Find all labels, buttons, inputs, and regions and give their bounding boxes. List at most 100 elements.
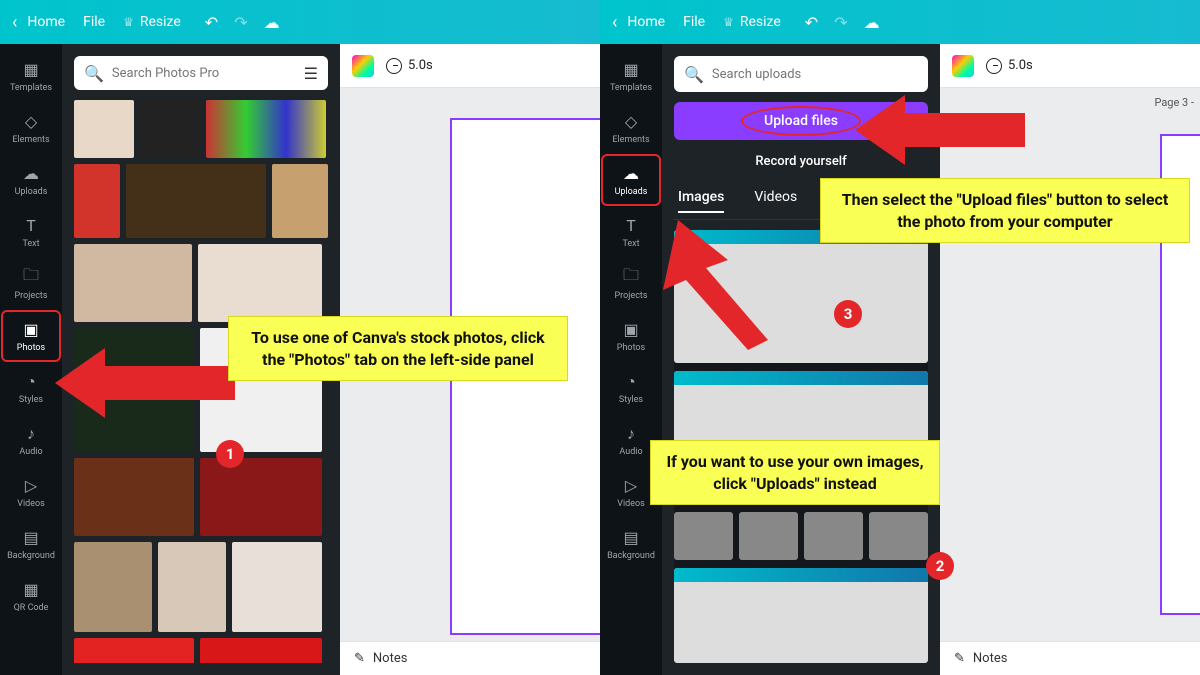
templates-icon: ▦	[621, 60, 641, 80]
upload-thumb[interactable]	[674, 512, 733, 560]
photo-thumb[interactable]	[126, 164, 266, 238]
rail-background[interactable]: ▤Background	[601, 518, 661, 570]
rail-videos[interactable]: ▷Videos	[1, 466, 61, 518]
rail-uploads[interactable]: ☁Uploads	[1, 154, 61, 206]
duration[interactable]: 5.0s	[986, 58, 1033, 74]
templates-icon: ▦	[21, 60, 41, 80]
badge-2: 2	[926, 552, 954, 580]
resize-menu[interactable]: Resize	[740, 14, 781, 30]
rail-photos[interactable]: ▣Photos	[1, 310, 61, 362]
text-icon: T	[21, 216, 41, 236]
photo-thumb[interactable]	[74, 542, 152, 632]
clock-icon	[386, 58, 402, 74]
projects-icon: 🗀	[621, 268, 641, 288]
photo-thumb[interactable]	[206, 100, 326, 158]
cloud-sync-icon[interactable]: ☁	[864, 13, 880, 32]
cloud-sync-icon[interactable]: ☁	[264, 13, 280, 32]
rail-uploads[interactable]: ☁Uploads	[601, 154, 661, 206]
canvas-toolbar: 5.0s	[340, 44, 600, 88]
adjust-icon[interactable]: ☰	[304, 64, 318, 83]
canvas-toolbar: 5.0s	[940, 44, 1200, 88]
background-icon: ▤	[21, 528, 41, 548]
callout-3: Then select the "Upload files" button to…	[820, 178, 1190, 243]
notes-bar[interactable]: ✎Notes	[340, 641, 600, 675]
page-label: Page 3 -	[1154, 96, 1194, 109]
text-icon: T	[621, 216, 641, 236]
crown-icon: ♕	[123, 15, 134, 29]
photo-thumb[interactable]	[272, 164, 328, 238]
home-link[interactable]: Home	[627, 14, 665, 30]
side-rail-right: ▦Templates ◇Elements ☁Uploads TText 🗀Pro…	[600, 44, 662, 675]
upload-thumb[interactable]	[674, 568, 928, 663]
color-picker[interactable]	[352, 55, 374, 77]
redo-icon[interactable]: ↷	[234, 13, 247, 32]
projects-icon: 🗀	[21, 268, 41, 288]
rail-styles[interactable]: ◔Styles	[601, 362, 661, 414]
undo-icon[interactable]: ↶	[805, 13, 818, 32]
videos-icon: ▷	[21, 476, 41, 496]
rail-text[interactable]: TText	[1, 206, 61, 258]
photos-icon: ▣	[21, 320, 41, 340]
rail-templates[interactable]: ▦Templates	[601, 50, 661, 102]
elements-icon: ◇	[21, 112, 41, 132]
uploads-icon: ☁	[621, 164, 641, 184]
photo-thumb[interactable]	[140, 100, 200, 158]
notes-icon: ✎	[354, 651, 365, 666]
file-menu[interactable]: File	[83, 14, 105, 30]
photo-thumb[interactable]	[74, 244, 192, 322]
upload-thumb[interactable]	[804, 512, 863, 560]
videos-icon: ▷	[621, 476, 641, 496]
upload-thumb[interactable]	[869, 512, 928, 560]
photo-thumb[interactable]	[158, 542, 226, 632]
home-link[interactable]: Home	[27, 14, 65, 30]
callout-1: To use one of Canva's stock photos, clic…	[228, 316, 568, 381]
duration[interactable]: 5.0s	[386, 58, 433, 74]
rail-background[interactable]: ▤Background	[1, 518, 61, 570]
photo-thumb[interactable]	[200, 458, 322, 536]
search-input[interactable]	[112, 66, 296, 81]
rail-audio[interactable]: ♪Audio	[1, 414, 61, 466]
arrow-to-uploads-tab	[658, 220, 778, 350]
redo-icon[interactable]: ↷	[834, 13, 847, 32]
photo-thumb[interactable]	[74, 458, 194, 536]
photo-thumb[interactable]	[198, 244, 322, 322]
badge-1: 1	[216, 440, 244, 468]
photo-thumb[interactable]	[232, 542, 322, 632]
tab-videos[interactable]: Videos	[754, 189, 797, 213]
photo-thumb[interactable]	[200, 638, 322, 663]
back-icon[interactable]: ‹	[612, 12, 617, 33]
color-picker[interactable]	[952, 55, 974, 77]
side-rail-left: ▦Templates ◇Elements ☁Uploads TText 🗀Pro…	[0, 44, 62, 675]
background-icon: ▤	[621, 528, 641, 548]
crown-icon: ♕	[723, 15, 734, 29]
photo-thumb[interactable]	[74, 100, 134, 158]
back-icon[interactable]: ‹	[12, 12, 17, 33]
upload-thumb[interactable]	[739, 512, 798, 560]
rail-text[interactable]: TText	[601, 206, 661, 258]
file-menu[interactable]: File	[683, 14, 705, 30]
resize-menu[interactable]: Resize	[140, 14, 181, 30]
rail-projects[interactable]: 🗀Projects	[1, 258, 61, 310]
topbar: ‹ Home File ♕ Resize ↶ ↷ ☁	[600, 0, 1200, 44]
rail-styles[interactable]: ◔Styles	[1, 362, 61, 414]
undo-icon[interactable]: ↶	[205, 13, 218, 32]
tab-images[interactable]: Images	[678, 189, 724, 213]
notes-bar[interactable]: ✎Notes	[940, 641, 1200, 675]
rail-elements[interactable]: ◇Elements	[1, 102, 61, 154]
photo-thumb[interactable]	[74, 164, 120, 238]
qrcode-icon: ▦	[21, 580, 41, 600]
styles-icon: ◔	[21, 372, 41, 392]
search-icon: 🔍	[684, 65, 704, 84]
notes-icon: ✎	[954, 651, 965, 666]
rail-templates[interactable]: ▦Templates	[1, 50, 61, 102]
rail-qrcode[interactable]: ▦QR Code	[1, 570, 61, 622]
rail-projects[interactable]: 🗀Projects	[601, 258, 661, 310]
upload-strip	[674, 512, 928, 560]
rail-photos[interactable]: ▣Photos	[601, 310, 661, 362]
arrow-to-photos	[55, 338, 235, 428]
arrow-to-upload-btn	[855, 85, 1025, 175]
search-input[interactable]	[712, 67, 918, 82]
photo-thumb[interactable]	[74, 638, 194, 663]
rail-elements[interactable]: ◇Elements	[601, 102, 661, 154]
badge-3: 3	[834, 300, 862, 328]
